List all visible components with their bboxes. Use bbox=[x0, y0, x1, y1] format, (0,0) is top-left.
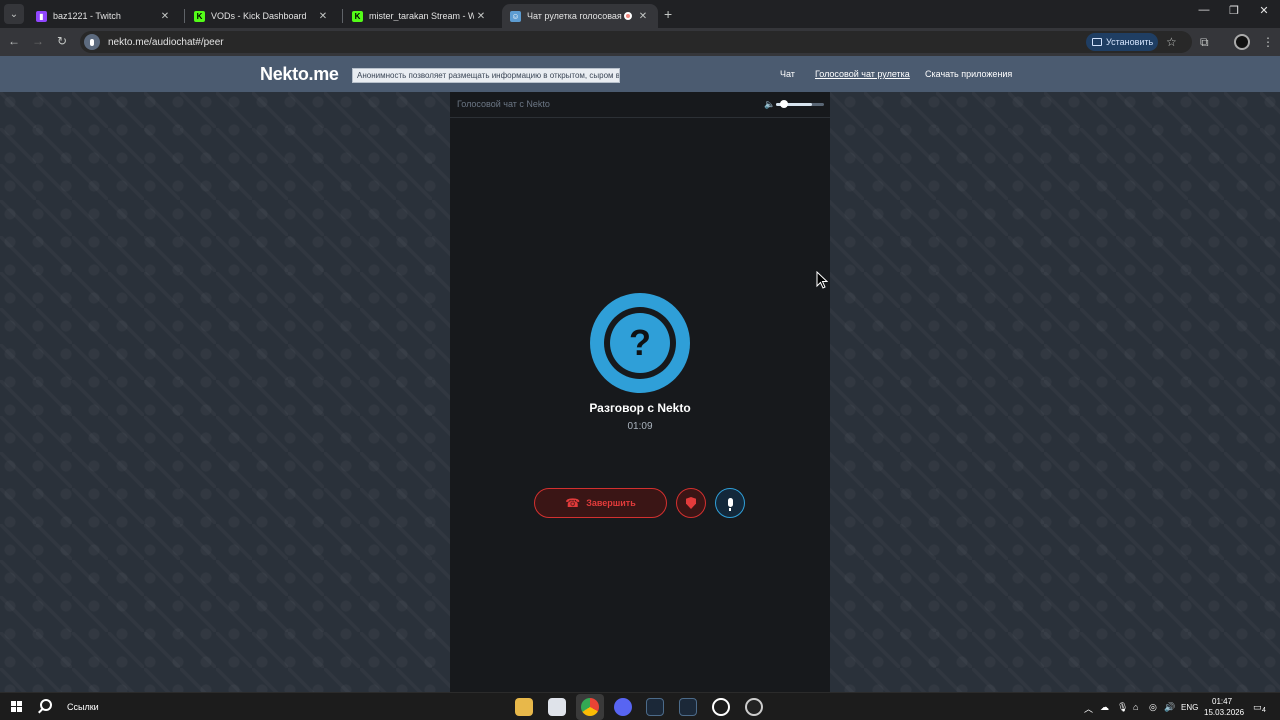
minimize-button[interactable]: — bbox=[1188, 4, 1220, 16]
reload-icon[interactable]: ↻ bbox=[54, 34, 70, 48]
panel-header: Голосовой чат с Nekto 🔈 bbox=[450, 92, 830, 118]
forward-icon[interactable]: → bbox=[30, 34, 46, 48]
recording-app-icon[interactable] bbox=[745, 698, 763, 716]
tab-title: mister_tarakan Stream - Watch bbox=[369, 11, 474, 21]
tab-twitch[interactable]: ▮ baz1221 - Twitch ✕ bbox=[28, 4, 180, 28]
call-timer: 01:09 bbox=[627, 421, 653, 432]
volume-handle[interactable] bbox=[780, 100, 788, 108]
clock-time[interactable]: 01:47 bbox=[1212, 697, 1232, 706]
profile-avatar[interactable] bbox=[1234, 34, 1250, 50]
site-header: Nekto.me Анонимность позволяет размещать… bbox=[0, 56, 1280, 92]
chrome-icon[interactable] bbox=[581, 698, 599, 716]
peer-name: Разговор с Nekto bbox=[589, 401, 691, 415]
site-logo[interactable]: Nekto.me bbox=[260, 64, 339, 85]
back-icon[interactable]: ← bbox=[6, 34, 22, 48]
volume-slider[interactable] bbox=[776, 100, 824, 108]
peer-avatar: ? bbox=[590, 293, 690, 393]
microphone-toggle-button[interactable] bbox=[715, 488, 745, 518]
calendar-app-icon[interactable] bbox=[548, 698, 566, 716]
taskbar: Ссылки ︿ ☁ 🎙 ⌂ ◎ 🔊 ENG 01:47 15.03.2026 … bbox=[0, 692, 1280, 720]
cloud-icon[interactable]: ☁ bbox=[1100, 702, 1109, 713]
microphone-tray-icon[interactable]: 🎙 bbox=[1117, 702, 1128, 713]
end-call-label: Завершить bbox=[586, 498, 636, 508]
nav-chat[interactable]: Чат bbox=[780, 69, 795, 79]
volume-icon[interactable]: 🔈 bbox=[764, 99, 775, 110]
mouse-cursor-icon bbox=[816, 271, 828, 289]
new-tab-button[interactable]: + bbox=[664, 6, 672, 22]
close-window-button[interactable]: ✕ bbox=[1248, 4, 1280, 17]
search-icon[interactable] bbox=[40, 699, 52, 711]
recording-icon bbox=[624, 12, 632, 20]
url-text: nekto.me/audiochat#/peer bbox=[108, 36, 224, 48]
menu-icon[interactable]: ⋮ bbox=[1262, 35, 1274, 49]
end-call-button[interactable]: ☎ Завершить bbox=[534, 488, 667, 518]
tab-title: Чат рулетка голосовая — bbox=[527, 11, 624, 21]
anonymity-notice: Анонимность позволяет размещать информац… bbox=[352, 68, 620, 83]
close-icon[interactable]: ✕ bbox=[636, 11, 650, 22]
tray-expand-icon[interactable]: ︿ bbox=[1084, 702, 1093, 715]
kick-icon: K bbox=[194, 10, 205, 22]
hang-up-icon: ☎ bbox=[565, 496, 581, 510]
language-indicator[interactable]: ENG bbox=[1181, 703, 1198, 712]
twitch-icon: ▮ bbox=[36, 10, 47, 22]
obs-icon[interactable] bbox=[712, 698, 730, 716]
nav-download-apps[interactable]: Скачать приложения bbox=[925, 69, 1012, 79]
nav-voice-chat[interactable]: Голосовой чат рулетка bbox=[815, 69, 910, 79]
steam-icon[interactable] bbox=[646, 698, 664, 716]
network-icon[interactable]: ⌂ bbox=[1133, 702, 1138, 712]
extensions-icon[interactable]: ⧉ bbox=[1200, 35, 1209, 50]
bookmark-star-icon[interactable]: ☆ bbox=[1166, 35, 1177, 49]
panel-title: Голосовой чат с Nekto bbox=[457, 99, 550, 109]
tab-search-button[interactable]: ⌄ bbox=[4, 4, 24, 24]
install-label: Установить bbox=[1106, 37, 1154, 47]
voice-chat-panel: Голосовой чат с Nekto 🔈 ? Разговор с Nek… bbox=[450, 92, 830, 692]
tab-nekto[interactable]: ☺ Чат рулетка голосовая — ✕ bbox=[502, 4, 658, 28]
file-explorer-icon[interactable] bbox=[515, 698, 533, 716]
microphone-icon bbox=[727, 497, 733, 507]
tab-title: VODs - Kick Dashboard bbox=[211, 11, 307, 21]
steam-icon[interactable] bbox=[679, 698, 697, 716]
taskbar-search-label[interactable]: Ссылки bbox=[67, 702, 99, 712]
tab-title: baz1221 - Twitch bbox=[53, 11, 121, 21]
microphone-permission-icon[interactable] bbox=[84, 34, 100, 50]
install-icon bbox=[1092, 38, 1102, 46]
address-bar[interactable]: nekto.me/audiochat#/peer bbox=[80, 31, 1192, 53]
notification-icon[interactable]: ▭ bbox=[1253, 702, 1262, 713]
close-icon[interactable]: ✕ bbox=[316, 11, 330, 22]
headset-icon[interactable]: ◎ bbox=[1149, 702, 1157, 713]
install-app-button[interactable]: Установить bbox=[1086, 33, 1158, 51]
tab-kick-dashboard[interactable]: K VODs - Kick Dashboard ✕ bbox=[186, 4, 338, 28]
windows-start-icon[interactable] bbox=[11, 701, 22, 712]
browser-toolbar: ← → ↻ nekto.me/audiochat#/peer Установит… bbox=[0, 28, 1280, 56]
tab-kick-stream[interactable]: K mister_tarakan Stream - Watch ✕ bbox=[344, 4, 496, 28]
speaker-icon[interactable]: 🔊 bbox=[1164, 702, 1175, 713]
close-icon[interactable]: ✕ bbox=[474, 11, 488, 22]
question-mark-icon: ? bbox=[610, 313, 670, 373]
report-button[interactable] bbox=[676, 488, 706, 518]
discord-icon[interactable] bbox=[614, 698, 632, 716]
clock-date[interactable]: 15.03.2026 bbox=[1204, 708, 1244, 717]
close-icon[interactable]: ✕ bbox=[158, 11, 172, 22]
maximize-button[interactable]: ❐ bbox=[1218, 4, 1250, 17]
tab-strip: ⌄ ▮ baz1221 - Twitch ✕ K VODs - Kick Das… bbox=[0, 0, 1280, 28]
kick-icon: K bbox=[352, 10, 363, 22]
nekto-icon: ☺ bbox=[510, 10, 521, 22]
notification-count: 4 bbox=[1262, 707, 1266, 714]
shield-icon bbox=[686, 497, 696, 509]
